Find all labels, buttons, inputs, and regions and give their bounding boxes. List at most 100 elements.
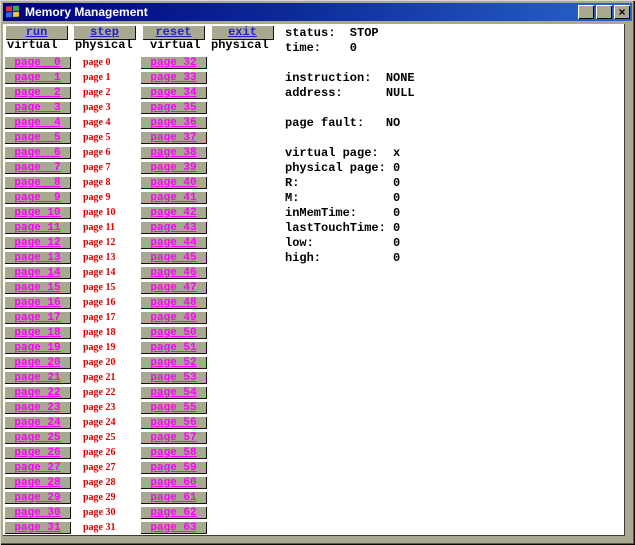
- virtual-page-button[interactable]: page 17: [4, 311, 71, 324]
- virtual-page-button[interactable]: page 20: [4, 356, 71, 369]
- virtual-page-button[interactable]: page 1: [4, 71, 71, 84]
- info-line: time:0: [285, 41, 415, 56]
- info-label: inMemTime:: [285, 206, 393, 221]
- virtual-page-button[interactable]: page 41: [140, 191, 207, 204]
- virtual-page-button[interactable]: page 18: [4, 326, 71, 339]
- virtual-page-button[interactable]: page 55: [140, 401, 207, 414]
- virtual-page-button[interactable]: page 56: [140, 416, 207, 429]
- virtual-page-button[interactable]: page 0: [4, 56, 71, 69]
- physical-page-label: page 22: [83, 386, 131, 399]
- virtual-page-button[interactable]: page 40: [140, 176, 207, 189]
- window-title: Memory Management: [25, 5, 578, 19]
- physical-page-label: page 6: [83, 146, 131, 159]
- virtual-page-button[interactable]: page 63: [140, 521, 207, 534]
- virtual-page-button[interactable]: page 59: [140, 461, 207, 474]
- virtual-page-button[interactable]: page 8: [4, 176, 71, 189]
- virtual-page-button[interactable]: page 15: [4, 281, 71, 294]
- minimize-button[interactable]: [578, 5, 594, 19]
- virtual-page-button[interactable]: page 44: [140, 236, 207, 249]
- physical-page-label: page 10: [83, 206, 131, 219]
- virtual-page-button[interactable]: page 37: [140, 131, 207, 144]
- window-controls: ×: [578, 5, 630, 19]
- physical-page-label: page 17: [83, 311, 131, 324]
- column-header-0-virtual: virtual: [7, 38, 57, 52]
- virtual-page-button[interactable]: page 3: [4, 101, 71, 114]
- close-button[interactable]: ×: [614, 5, 630, 19]
- physical-page-label: page 25: [83, 431, 131, 444]
- virtual-page-button[interactable]: page 57: [140, 431, 207, 444]
- info-line: [285, 56, 415, 71]
- virtual-page-button[interactable]: page 13: [4, 251, 71, 264]
- virtual-page-button[interactable]: page 12: [4, 236, 71, 249]
- virtual-page-button[interactable]: page 22: [4, 386, 71, 399]
- virtual-page-button[interactable]: page 16: [4, 296, 71, 309]
- virtual-page-button[interactable]: page 42: [140, 206, 207, 219]
- virtual-page-button[interactable]: page 21: [4, 371, 71, 384]
- virtual-page-button[interactable]: page 46: [140, 266, 207, 279]
- physical-page-label: page 24: [83, 416, 131, 429]
- virtual-page-button[interactable]: page 48: [140, 296, 207, 309]
- info-line: page fault:NO: [285, 116, 415, 131]
- virtual-page-button[interactable]: page 30: [4, 506, 71, 519]
- info-value: STOP: [350, 26, 379, 41]
- virtual-page-button[interactable]: page 2: [4, 86, 71, 99]
- physical-page-label: page 28: [83, 476, 131, 489]
- virtual-page-button[interactable]: page 58: [140, 446, 207, 459]
- virtual-page-button[interactable]: page 33: [140, 71, 207, 84]
- virtual-page-button[interactable]: page 38: [140, 146, 207, 159]
- virtual-page-button[interactable]: page 23: [4, 401, 71, 414]
- physical-page-label: page 3: [83, 101, 131, 114]
- virtual-page-button[interactable]: page 14: [4, 266, 71, 279]
- virtual-page-button[interactable]: page 51: [140, 341, 207, 354]
- physical-page-label: page 21: [83, 371, 131, 384]
- virtual-page-button[interactable]: page 10: [4, 206, 71, 219]
- virtual-page-button[interactable]: page 35: [140, 101, 207, 114]
- info-label: low:: [285, 236, 393, 251]
- virtual-page-button[interactable]: page 43: [140, 221, 207, 234]
- virtual-page-button[interactable]: page 34: [140, 86, 207, 99]
- virtual-page-button[interactable]: page 11: [4, 221, 71, 234]
- virtual-page-button[interactable]: page 49: [140, 311, 207, 324]
- virtual-page-button[interactable]: page 31: [4, 521, 71, 534]
- virtual-page-button[interactable]: page 39: [140, 161, 207, 174]
- physical-page-label: page 11: [83, 221, 131, 234]
- virtual-page-button[interactable]: page 61: [140, 491, 207, 504]
- virtual-page-button[interactable]: page 9: [4, 191, 71, 204]
- virtual-page-button[interactable]: page 60: [140, 476, 207, 489]
- virtual-page-button[interactable]: page 4: [4, 116, 71, 129]
- virtual-page-button[interactable]: page 5: [4, 131, 71, 144]
- physical-page-label: page 19: [83, 341, 131, 354]
- info-label: address:: [285, 86, 386, 101]
- info-value: NO: [386, 116, 400, 131]
- app-content: runstepresetexit virtualphysicalvirtualp…: [3, 24, 625, 536]
- column-header-2-virtual: virtual: [150, 38, 200, 52]
- info-value: 0: [393, 251, 400, 266]
- info-label: page fault:: [285, 116, 386, 131]
- virtual-page-button[interactable]: page 32: [140, 56, 207, 69]
- virtual-page-button[interactable]: page 45: [140, 251, 207, 264]
- info-label: high:: [285, 251, 393, 266]
- virtual-page-button[interactable]: page 26: [4, 446, 71, 459]
- virtual-page-button[interactable]: page 6: [4, 146, 71, 159]
- virtual-page-button[interactable]: page 53: [140, 371, 207, 384]
- virtual-page-button[interactable]: page 50: [140, 326, 207, 339]
- physical-page-label: page 20: [83, 356, 131, 369]
- virtual-page-button[interactable]: page 29: [4, 491, 71, 504]
- virtual-page-button[interactable]: page 19: [4, 341, 71, 354]
- virtual-page-button[interactable]: page 7: [4, 161, 71, 174]
- virtual-page-button[interactable]: page 25: [4, 431, 71, 444]
- info-label: instruction:: [285, 71, 386, 86]
- memory-management-window: Memory Management × runstepresetexit vir…: [0, 0, 635, 545]
- info-value: 0: [350, 41, 357, 56]
- virtual-page-button[interactable]: page 47: [140, 281, 207, 294]
- maximize-button[interactable]: [596, 5, 612, 19]
- virtual-page-button[interactable]: page 54: [140, 386, 207, 399]
- physical-page-label: page 16: [83, 296, 131, 309]
- virtual-page-button[interactable]: page 24: [4, 416, 71, 429]
- virtual-page-button[interactable]: page 36: [140, 116, 207, 129]
- virtual-page-button[interactable]: page 27: [4, 461, 71, 474]
- virtual-page-button[interactable]: page 62: [140, 506, 207, 519]
- virtual-page-button[interactable]: page 52: [140, 356, 207, 369]
- close-icon: ×: [618, 6, 625, 18]
- virtual-page-button[interactable]: page 28: [4, 476, 71, 489]
